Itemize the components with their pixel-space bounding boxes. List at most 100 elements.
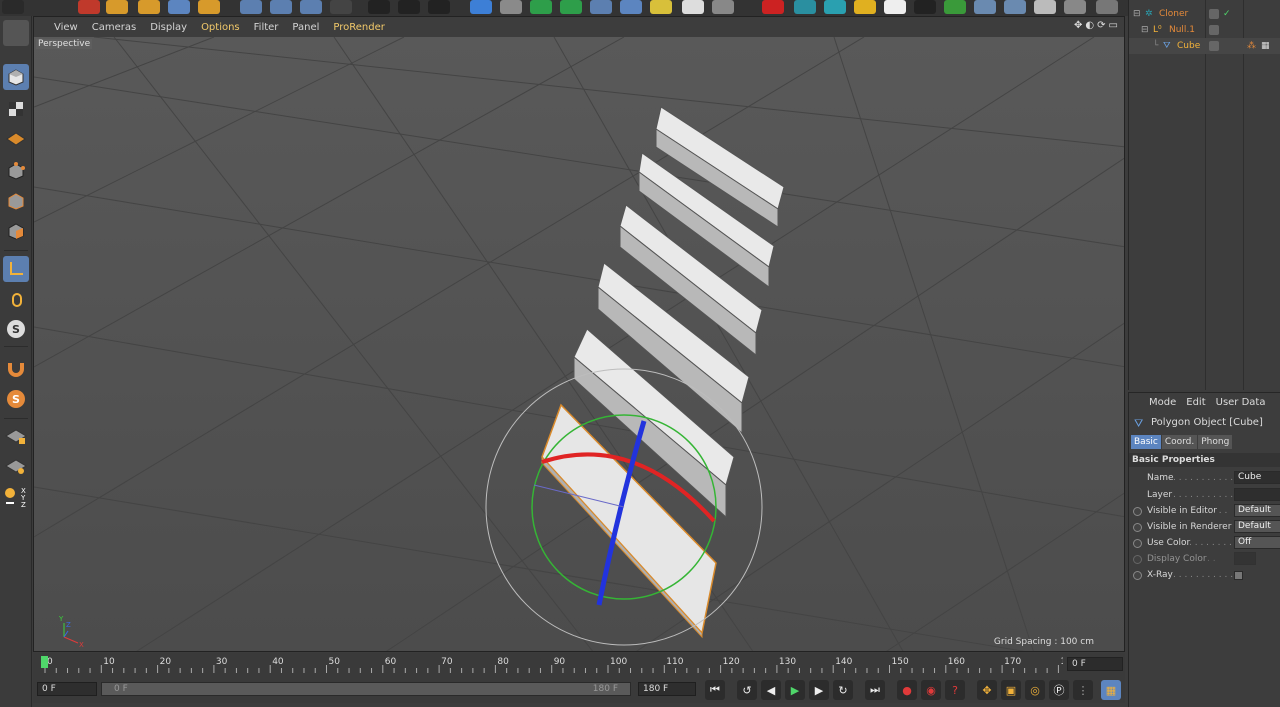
expand-icon[interactable]: ⊟ [1133, 6, 1141, 22]
previous-key-icon[interactable]: ↺ [737, 680, 757, 700]
render-view-icon[interactable] [368, 0, 390, 14]
record-keys-icon[interactable]: ● [897, 680, 917, 700]
tab-coord[interactable]: Coord. [1161, 435, 1198, 449]
animate-radio[interactable] [1133, 555, 1142, 564]
timeline[interactable]: 0 10 20 30 40 50 60 70 80 90 100 110 120 130 140 150 160… [33, 653, 1125, 677]
sun-icon[interactable] [854, 0, 876, 14]
axis-mode-icon[interactable] [3, 256, 29, 282]
xyz-lock-icon[interactable]: XYZ [3, 484, 29, 510]
menu-prorender[interactable]: ProRender [333, 22, 384, 33]
current-frame-field[interactable]: 0 F [1067, 657, 1123, 671]
record-icon[interactable] [762, 0, 784, 14]
render-picture-viewer-icon[interactable] [398, 0, 420, 14]
recent-tool-icon[interactable] [198, 0, 220, 14]
layer-field[interactable] [1234, 488, 1280, 501]
dynamics-icon[interactable] [824, 0, 846, 14]
texture-tag-icon[interactable]: ▦ [1261, 38, 1270, 54]
phong-tag-icon[interactable]: ⁂ [1247, 38, 1256, 54]
tab-basic[interactable]: Basic [1131, 435, 1161, 449]
object-row-cube[interactable]: └ ⛛ Cube ⁂ ▦ [1129, 38, 1280, 54]
perspective-viewport[interactable]: Y Z X View Cameras Display Options Filte… [33, 16, 1125, 652]
key-scale-icon[interactable]: ▣ [1001, 680, 1021, 700]
visibility-toggle[interactable] [1209, 41, 1219, 51]
scale-icon[interactable] [138, 0, 160, 14]
step-forward-icon[interactable]: ▶ [809, 680, 829, 700]
misc-icon[interactable] [1034, 0, 1056, 14]
pen-spline-icon[interactable] [500, 0, 522, 14]
visibility-toggle[interactable] [1209, 25, 1219, 35]
end-frame-field[interactable]: 180 F [638, 682, 696, 696]
points-mode-icon[interactable] [3, 158, 29, 184]
expand-icon[interactable]: ⊟ [1141, 22, 1149, 38]
menu-view[interactable]: View [54, 22, 78, 33]
go-to-end-icon[interactable]: ⏭ [865, 680, 885, 700]
maximize-icon[interactable]: ▭ [1109, 20, 1118, 31]
subdivision-icon[interactable] [530, 0, 552, 14]
edges-mode-icon[interactable] [3, 188, 29, 214]
visibility-toggle[interactable] [1209, 9, 1219, 19]
cloner-icon[interactable] [560, 0, 582, 14]
object-name[interactable]: Cube [1177, 38, 1200, 54]
zoom-icon[interactable]: ◐ [1085, 20, 1094, 31]
autokey-icon[interactable]: ◉ [921, 680, 941, 700]
live-selection-icon[interactable] [78, 0, 100, 14]
display-color-swatch[interactable] [1234, 552, 1256, 565]
settings-gear-icon[interactable] [944, 0, 966, 14]
menu-options[interactable]: Options [201, 22, 240, 33]
texture-mode-icon[interactable] [3, 96, 29, 122]
layout-icon[interactable] [1064, 0, 1086, 14]
keyframe-selection-icon[interactable]: ? [945, 680, 965, 700]
snap-orange-icon[interactable]: S [3, 386, 29, 412]
undo-button[interactable] [2, 0, 24, 14]
move-icon[interactable] [106, 0, 128, 14]
grid-pattern-icon[interactable] [712, 0, 734, 14]
y-axis-lock-icon[interactable] [270, 0, 292, 14]
menu-filter[interactable]: Filter [254, 22, 279, 33]
menu-display[interactable]: Display [150, 22, 187, 33]
light-icon[interactable] [682, 0, 704, 14]
snap-s-icon[interactable]: S [3, 316, 29, 342]
menu-mode[interactable]: Mode [1149, 397, 1176, 408]
playhead[interactable] [41, 656, 48, 668]
object-row-null[interactable]: ⊟ L⁰ Null.1 [1129, 22, 1280, 38]
coordinate-system-icon[interactable] [330, 0, 352, 14]
key-rotation-icon[interactable]: ◎ [1025, 680, 1045, 700]
menu-panel[interactable]: Panel [292, 22, 319, 33]
sphere-icon[interactable] [974, 0, 996, 14]
orbit-icon[interactable]: ⟳ [1097, 20, 1105, 31]
cube-primitive-icon[interactable] [470, 0, 492, 14]
play-icon[interactable]: ▶ [785, 680, 805, 700]
name-field[interactable]: Cube [1234, 471, 1280, 484]
polygons-mode-icon[interactable] [3, 218, 29, 244]
key-position-icon[interactable]: ✥ [977, 680, 997, 700]
animate-radio[interactable] [1133, 539, 1142, 548]
frame-range-slider[interactable]: 0 F 180 F [101, 682, 631, 696]
visible-editor-dropdown[interactable]: Default [1234, 504, 1280, 517]
mode-icon[interactable] [3, 20, 29, 46]
use-color-dropdown[interactable]: Off [1234, 536, 1280, 549]
step-back-icon[interactable]: ◀ [761, 680, 781, 700]
tweak-mode-icon[interactable] [3, 286, 29, 312]
menu-edit[interactable]: Edit [1186, 397, 1205, 408]
model-mode-icon[interactable] [3, 64, 29, 90]
magnet-icon[interactable] [3, 356, 29, 382]
deformer-icon[interactable] [590, 0, 612, 14]
visible-renderer-dropdown[interactable]: Default [1234, 520, 1280, 533]
object-row-cloner[interactable]: ⊟ ✲ Cloner ✓ [1129, 6, 1280, 22]
z-axis-lock-icon[interactable] [300, 0, 322, 14]
camera-icon[interactable] [650, 0, 672, 14]
render-settings-icon[interactable] [428, 0, 450, 14]
animate-radio[interactable] [1133, 507, 1142, 516]
timeline-ruler[interactable]: 0 10 20 30 40 50 60 70 80 90 100 110 120 130 140 150 160… [33, 653, 1063, 675]
next-key-icon[interactable]: ↻ [833, 680, 853, 700]
floor-icon[interactable] [620, 0, 642, 14]
pan-icon[interactable]: ✥ [1074, 20, 1082, 31]
go-to-start-icon[interactable]: ⏮ [705, 680, 725, 700]
menu-user-data[interactable]: User Data [1216, 397, 1266, 408]
lock-workplane-icon[interactable] [3, 424, 29, 450]
motion-icon[interactable] [794, 0, 816, 14]
key-pla-icon[interactable]: ⋮ [1073, 680, 1093, 700]
rotate-icon[interactable] [168, 0, 190, 14]
key-parameter-icon[interactable]: Ⓟ [1049, 680, 1069, 700]
xray-checkbox[interactable] [1234, 571, 1243, 580]
